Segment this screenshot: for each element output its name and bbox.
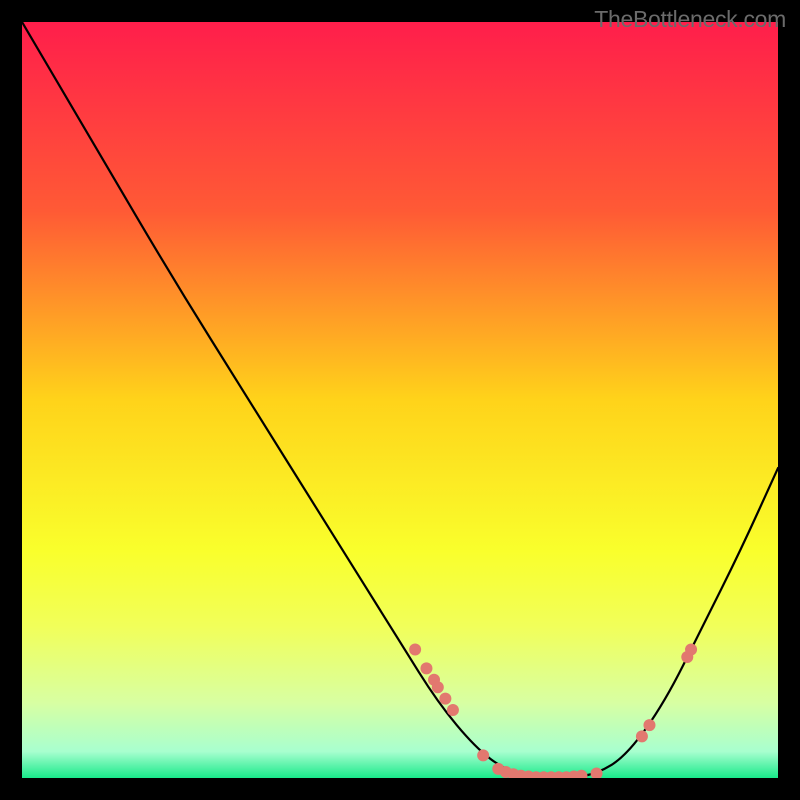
plot-area xyxy=(22,22,778,778)
scatter-dot xyxy=(643,719,655,731)
gradient-background xyxy=(22,22,778,778)
chart-frame: TheBottleneck.com xyxy=(0,0,800,800)
scatter-dot xyxy=(447,704,459,716)
scatter-dot xyxy=(685,643,697,655)
scatter-dot xyxy=(477,749,489,761)
attribution-text: TheBottleneck.com xyxy=(594,6,786,33)
scatter-dot xyxy=(432,681,444,693)
scatter-dot xyxy=(420,662,432,674)
scatter-dot xyxy=(439,693,451,705)
scatter-dot xyxy=(636,730,648,742)
chart-svg xyxy=(22,22,778,778)
scatter-dot xyxy=(409,643,421,655)
